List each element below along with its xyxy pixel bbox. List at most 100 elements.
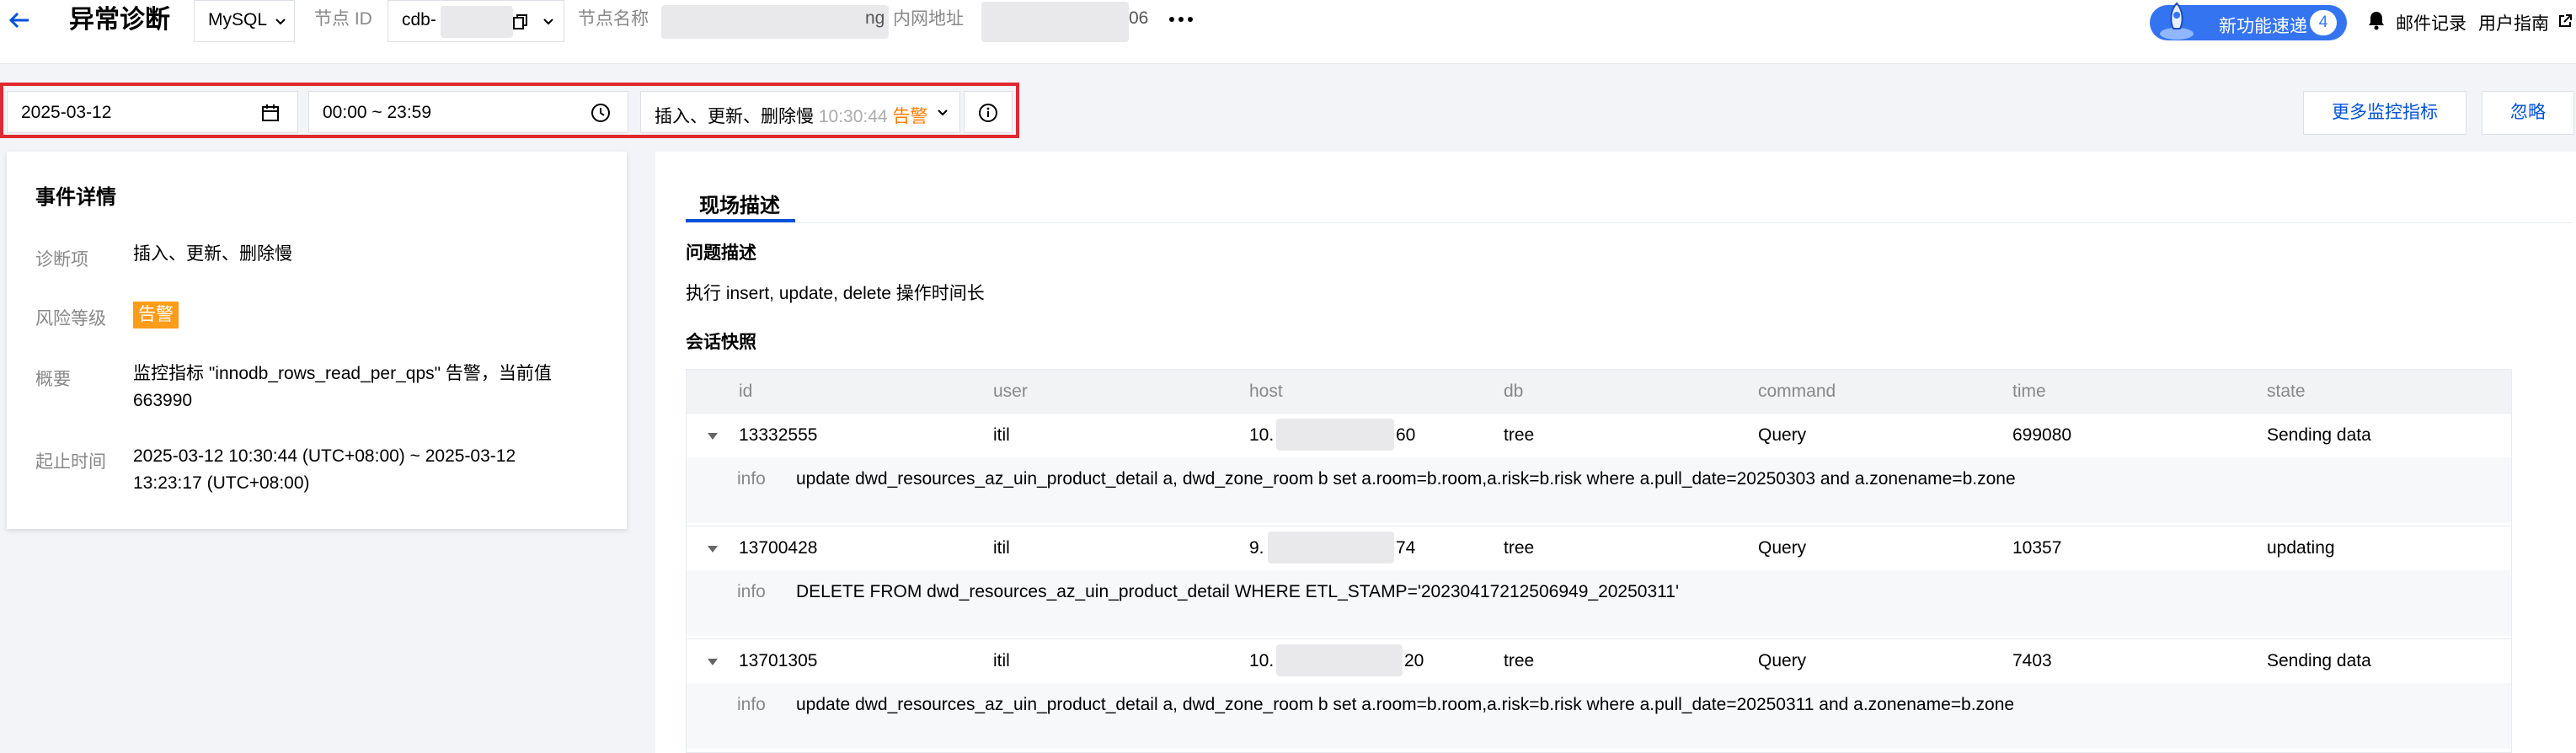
info-label: info [737,582,766,601]
back-arrow-icon[interactable] [7,3,32,37]
mail-record-link[interactable]: 邮件记录 [2396,10,2466,35]
more-horizontal-icon[interactable] [1166,8,1196,30]
event-details-card: 事件详情 诊断项 插入、更新、删除慢 风险等级 告警 概要 监控指标 "inno… [7,152,627,529]
tab-scene-description[interactable]: 现场描述 [686,185,795,222]
cell-host-suffix: 74 [1396,538,1416,558]
cell-host-prefix: 10. [1249,425,1275,445]
diagnosis-value: 插入、更新、删除慢 [133,244,292,264]
cell-time: 699080 [2012,425,2072,445]
metric-name: 插入、更新、删除慢 [655,107,814,126]
collapse-caret-icon[interactable] [705,654,720,670]
event-details-title: 事件详情 [35,186,116,209]
chevron-down-icon [275,19,286,25]
row-info-panel: info DELETE FROM dwd_resources_az_uin_pr… [687,570,2511,636]
metric-select[interactable]: 插入、更新、删除慢 10:30:44 告警 [640,91,960,133]
cell-time: 7403 [2012,651,2052,670]
ignore-button[interactable]: 忽略 [2482,91,2574,135]
host-mask [1276,644,1403,676]
table-row: 13700428 itil 9. 74 tree Query 10357 upd… [687,526,2511,639]
new-feature-count-badge: 4 [2310,10,2337,35]
column-header-host: host [1249,382,1283,401]
chevron-down-icon [938,109,948,116]
column-header-state: state [2267,382,2306,401]
info-sql: update dwd_resources_az_uin_product_deta… [796,469,2016,489]
cell-state: Sending data [2267,651,2371,670]
bell-icon [2369,12,2384,30]
column-header-user: user [993,382,1028,401]
page-title: 异常诊断 [69,6,170,34]
new-feature-button[interactable]: 新功能速递 4 [2150,2,2347,40]
intranet-label: 内网地址 [893,9,964,29]
chevron-down-icon [543,19,553,25]
scene-description-card: 现场描述 问题描述 执行 insert, update, delete 操作时间… [655,152,2576,753]
cell-user: itil [993,651,1010,670]
risk-level-badge: 告警 [133,302,179,328]
time-range-value: 00:00 ~ 23:59 [323,103,432,122]
cell-user: itil [993,425,1010,445]
cell-host-prefix: 9. [1249,538,1264,558]
session-snapshot-table: id user host db command time state 13332… [686,369,2512,753]
problem-description: 执行 insert, update, delete 操作时间长 [686,284,985,303]
copy-icon[interactable] [511,13,530,31]
cell-state: updating [2267,538,2335,558]
clock-icon [591,104,610,122]
cell-command: Query [1758,538,1807,558]
column-header-db: db [1504,382,1524,401]
info-sql: update dwd_resources_az_uin_product_deta… [796,695,2015,714]
cell-host-prefix: 10. [1249,651,1275,670]
risk-level-label: 风险等级 [35,309,106,328]
date-value: 2025-03-12 [21,103,112,122]
time-range-value: 2025-03-12 10:30:44 (UTC+08:00) ~ 2025-0… [133,446,516,493]
node-id-value: cdb- [402,10,436,29]
calendar-icon [262,104,279,121]
cell-id: 13332555 [739,425,818,445]
node-id-label: 节点 ID [314,9,372,29]
intranet-suffix: 06 [1129,8,1149,28]
db-type-select[interactable]: MySQL [194,0,295,42]
host-mask [1268,531,1394,563]
time-range-label: 起止时间 [35,452,106,472]
column-header-command: command [1758,382,1836,401]
cell-command: Query [1758,425,1807,445]
cell-db: tree [1504,651,1535,670]
table-row: 13332555 itil 10. 60 tree Query 699080 S… [687,414,2511,526]
user-guide-link[interactable]: 用户指南 [2478,10,2549,35]
time-range-picker[interactable]: 00:00 ~ 23:59 [308,91,628,133]
host-mask [1276,419,1394,451]
more-metrics-button[interactable]: 更多监控指标 [2303,91,2466,135]
node-id-mask [441,6,513,38]
tab-label: 现场描述 [699,195,780,217]
node-name-suffix: ng [865,8,885,28]
cell-id: 13701305 [739,651,818,670]
intranet-mask [981,2,1129,42]
diagnosis-label: 诊断项 [35,250,88,270]
info-button[interactable] [964,91,1013,133]
node-name-mask [661,5,889,39]
external-link-icon [2559,14,2572,27]
table-row: 13701305 itil 10. 20 tree Query 7403 Sen… [687,639,2511,752]
table-header: id user host db command time state [687,370,2511,414]
cell-host-suffix: 20 [1404,651,1424,670]
summary-label: 概要 [35,370,71,389]
info-circle-icon [979,104,997,122]
cell-command: Query [1758,651,1807,670]
tab-divider [686,222,2573,223]
cell-user: itil [993,538,1010,558]
rocket-icon [2160,2,2194,40]
date-picker[interactable]: 2025-03-12 [7,91,298,133]
row-info-panel: info update dwd_resources_az_uin_product… [687,683,2511,749]
column-header-id: id [739,382,753,401]
info-label: info [737,469,766,489]
collapse-caret-icon[interactable] [705,429,720,444]
row-info-panel: info update dwd_resources_az_uin_product… [687,457,2511,523]
summary-value: 监控指标 "innodb_rows_read_per_qps" 告警，当前值 6… [133,364,552,410]
new-feature-label: 新功能速递 [2219,17,2307,36]
column-header-time: time [2012,382,2046,401]
cell-time: 10357 [2012,538,2062,558]
top-header: 异常诊断 MySQL 节点 ID cdb- 节点名称 ng 内网地址 06 新功… [0,0,2576,64]
collapse-caret-icon[interactable] [705,542,720,557]
snapshot-heading: 会话快照 [686,333,756,352]
node-id-select[interactable]: cdb- [387,0,564,42]
info-label: info [737,695,766,714]
db-type-value: MySQL [208,10,268,29]
